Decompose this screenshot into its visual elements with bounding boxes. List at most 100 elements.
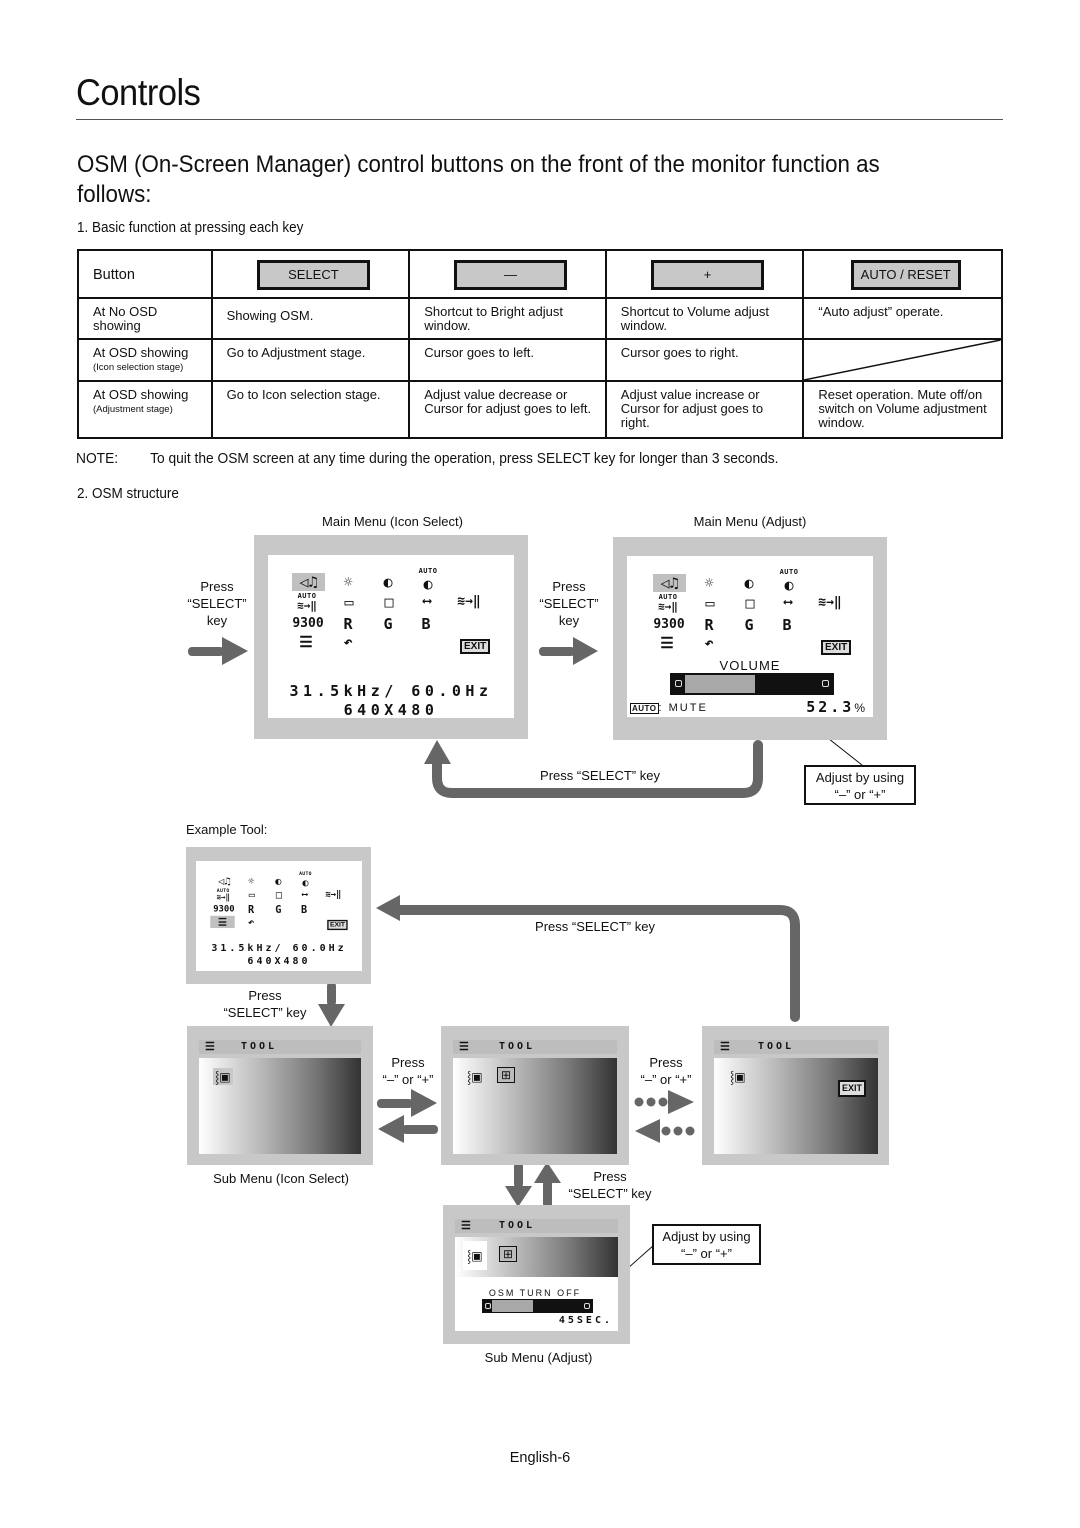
arrow-up-head (534, 1162, 561, 1183)
tool-screen: ⸾▣ (199, 1058, 361, 1154)
resolution-readout: 640X480 (247, 956, 311, 967)
monitor-sub-adjust: ☰ TOOL ⸾▣ ⊞ OSM TURN OFF 45SEC. (443, 1205, 630, 1344)
monitor-sub-icon-select-2: ☰ TOOL ⸾▣ ⊞ (441, 1026, 629, 1165)
tool-title-bar: ☰ TOOL (455, 1219, 618, 1233)
exit-icon: EXIT (838, 1080, 867, 1097)
red-icon: R (248, 903, 255, 916)
arrow-right-head (411, 1089, 437, 1117)
callout-line-2: “–” or “+” (681, 1246, 732, 1261)
volume-value: 52.3% (806, 698, 865, 716)
max-marker (822, 680, 829, 687)
arrow-down-head (505, 1186, 532, 1207)
page-number: English-6 (509, 1450, 571, 1466)
arrow-left-shaft (402, 1125, 438, 1134)
volume-bar-fill (685, 675, 756, 693)
exit-icon: EXIT (460, 635, 491, 654)
adjust-callout-2: Adjust by using “–” or “+” (652, 1224, 761, 1265)
tool-title: TOOL (499, 1041, 536, 1052)
press-minus-plus-label-1: Press “–” or “+” (377, 1054, 439, 1088)
press-select-return-label: Press “SELECT” key (540, 768, 660, 783)
color-temp-icon: 9300 (292, 616, 324, 631)
tool-icon: ☰ (461, 1219, 474, 1232)
arrow-right-shaft (539, 647, 575, 656)
dotted-arrow-right-head (668, 1090, 694, 1114)
h-position-icon: ▭ (344, 593, 354, 611)
osm-position-icon: ⸾▣ (463, 1241, 487, 1270)
minus-plus-text: “–” or “+” (382, 1072, 434, 1087)
return-arrow-head (424, 740, 451, 764)
monitor-main-icon-select: ◁♫ ☼ ◐ AUTO ◐ AUTO ≋→‖ ▭ □ ⟷ ≋→‖ 9300 R G … (254, 535, 528, 739)
tool-title: TOOL (758, 1041, 795, 1052)
tool-title: TOOL (499, 1220, 536, 1231)
sub-menu-adjust-caption: Sub Menu (Adjust) (484, 1350, 593, 1365)
monitor-main-adjust: ◁♫ ☼ ◐ AUTO ◐ AUTO ≋→‖ ▭ □ ⟷ ≋→‖ 9300 R G … (613, 537, 887, 740)
monitor-example-tool: ◁♫ ☼ ◐ AUTO ◐ AUTO ≋→‖ ▭ □ ⟷ ≋→‖ 9300 R G … (186, 847, 371, 984)
h-position-icon: ▭ (705, 594, 715, 612)
tool-title: TOOL (241, 1041, 278, 1052)
min-marker (485, 1302, 491, 1309)
exit-icon: EXIT (327, 917, 348, 931)
osm-icon-grid: ◁♫ ☼ ◐ AUTO ◐ AUTO ≋→‖ ▭ □ ⟷ ≋→‖ 9300 R G … (210, 870, 348, 931)
color-temp-icon: 9300 (213, 904, 235, 915)
press-text: Press (593, 1169, 627, 1184)
volume-label: VOLUME (719, 658, 781, 673)
press-text: Press (248, 988, 282, 1003)
auto-key-badge: AUTO (630, 703, 659, 714)
exit-return-arrow-head (376, 895, 400, 921)
osm-turn-off-bar[interactable] (482, 1299, 593, 1313)
osm-icon-grid: ◁♫ ☼ ◐ AUTO ◐ AUTO ≋→‖ ▭ □ ⟷ ≋→‖ 9300 R G … (292, 568, 512, 654)
tool-title-bar: ☰ TOOL (199, 1040, 361, 1054)
v-position-icon: □ (275, 888, 283, 901)
dotted-arrow-left-head (635, 1119, 660, 1143)
auto-contrast-icon: AUTO ◐ (299, 870, 312, 889)
osm-position-icon: ⸾▣ (467, 1070, 483, 1084)
arrow-right-head (222, 637, 248, 665)
select-key-text: “SELECT” key (223, 1005, 307, 1020)
press-text: Press (391, 1055, 425, 1070)
tool-screen: ⸾▣ ⊞ (455, 1237, 618, 1277)
blue-icon: B (421, 615, 431, 633)
volume-icon: ◁♫ (292, 573, 325, 591)
press-select-sub-label: Press “SELECT” key (565, 1168, 655, 1202)
arrow-right-shaft (377, 1099, 413, 1108)
contrast-icon: ◐ (383, 573, 393, 591)
reset-icon: ↶ (704, 634, 714, 652)
resolution-readout: 640X480 (343, 701, 439, 719)
adjust-callout: Adjust by using “–” or “+” (804, 765, 916, 805)
tool-title-bar: ☰ TOOL (714, 1040, 878, 1054)
osm-icon-grid: ◁♫ ☼ ◐ AUTO ◐ AUTO ≋→‖ ▭ □ ⟷ ≋→‖ 9300 R G … (653, 569, 873, 655)
osm-turn-off-fill (492, 1300, 533, 1312)
blue-icon: B (301, 903, 308, 916)
min-marker (675, 680, 682, 687)
arrow-down-shaft (514, 1162, 523, 1188)
press-minus-plus-label-2: Press “–” or “+” (636, 1054, 696, 1088)
tool-icon: ☰ (205, 1040, 218, 1053)
auto-adjust-icon: AUTO ≋→‖ (658, 593, 678, 613)
osm-turn-off-label: OSM TURN OFF (488, 1288, 582, 1298)
monitor-sub-exit: ☰ TOOL ⸾▣ EXIT (702, 1026, 889, 1165)
brightness-icon: ☼ (343, 573, 353, 591)
mute-label: : MUTE (658, 702, 708, 714)
tool-screen: ⸾▣ EXIT (714, 1058, 878, 1154)
osm-screen: ◁♫ ☼ ◐ AUTO ◐ AUTO ≋→‖ ▭ □ ⟷ ≋→‖ 9300 R G … (627, 556, 873, 717)
monitor-sub-icon-select: ☰ TOOL ⸾▣ (187, 1026, 373, 1165)
fine-icon: ≋→‖ (325, 889, 342, 900)
volume-icon: ◁♫ (218, 875, 231, 888)
mute-hint: AUTO: MUTE (630, 702, 708, 714)
brightness-icon: ☼ (704, 574, 714, 592)
h-size-icon: ⟷ (784, 595, 792, 610)
brightness-icon: ☼ (248, 875, 255, 888)
arrow-down-shaft (327, 982, 336, 1006)
volume-bar[interactable] (670, 673, 834, 695)
green-icon: G (383, 615, 393, 633)
osm-timer-icon: ⊞ (497, 1067, 516, 1083)
arrow-right-shaft (188, 647, 224, 656)
v-position-icon: □ (384, 593, 394, 611)
volume-unit: % (854, 701, 865, 715)
press-select-down-label: Press “SELECT” key (205, 987, 325, 1021)
volume-icon: ◁♫ (653, 574, 686, 592)
auto-adjust-icon: AUTO ≋→‖ (216, 887, 230, 902)
select-key-text: “SELECT” key (568, 1186, 652, 1201)
auto-contrast-icon: AUTO ◐ (779, 568, 799, 595)
sub-menu-icon-select-caption: Sub Menu (Icon Select) (213, 1171, 349, 1186)
